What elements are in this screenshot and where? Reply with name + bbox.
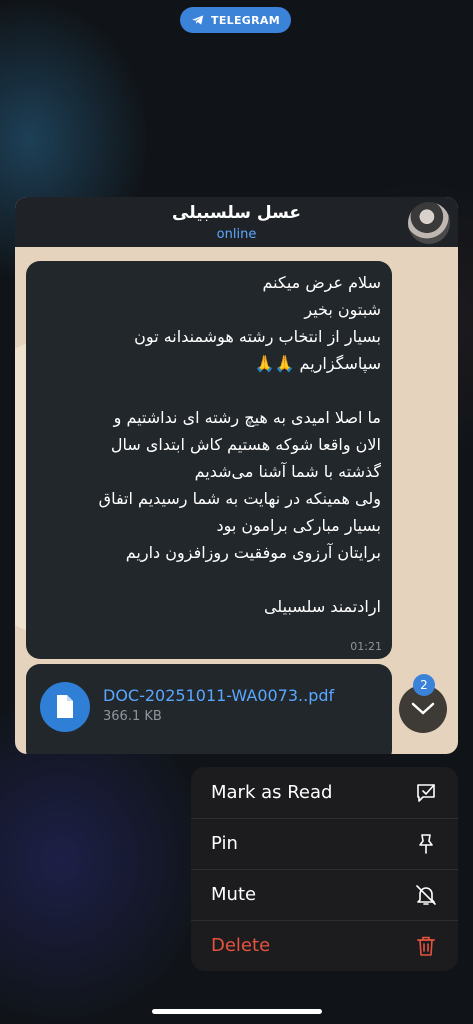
menu-item-label: Pin: [211, 833, 238, 854]
menu-item-mute[interactable]: Mute: [191, 869, 458, 921]
file-message-bubble[interactable]: DOC-20251011-WA0073..pdf 366.1 KB: [26, 664, 392, 754]
bell-off-icon: [416, 885, 436, 905]
chat-header: عسل سلسبیلی online: [15, 197, 458, 247]
menu-item-label: Mark as Read: [211, 782, 333, 803]
menu-item-pin[interactable]: Pin: [191, 818, 458, 870]
app-label-banner: TELEGRAM: [180, 7, 291, 33]
chevron-down-icon: [411, 702, 435, 715]
menu-item-label: Mute: [211, 884, 257, 905]
context-menu: Mark as Read Pin Mute Delete: [191, 767, 458, 971]
avatar: [408, 202, 450, 244]
mark-read-icon: [417, 784, 435, 802]
app-label-text: TELEGRAM: [211, 13, 280, 27]
document-icon[interactable]: [40, 682, 90, 732]
chat-title: عسل سلسبیلی: [172, 203, 301, 223]
menu-item-delete[interactable]: Delete: [191, 920, 458, 971]
trash-icon: [417, 936, 435, 956]
file-name[interactable]: DOC-20251011-WA0073..pdf: [103, 686, 334, 705]
pin-icon: [419, 834, 433, 854]
menu-item-mark-as-read[interactable]: Mark as Read: [191, 767, 458, 819]
message-text: سلام عرض میکنم شبتون بخیر بسیار از انتخا…: [98, 273, 381, 616]
unread-count-badge: 2: [413, 674, 435, 696]
telegram-icon: [192, 15, 204, 25]
chat-status: online: [216, 227, 257, 242]
message-bubble: سلام عرض میکنم شبتون بخیر بسیار از انتخا…: [26, 261, 392, 659]
message-time: 01:21: [350, 640, 382, 653]
menu-item-label: Delete: [211, 935, 271, 956]
chat-preview-card[interactable]: عسل سلسبیلی online سلام عرض میکنم شبتون …: [15, 197, 458, 754]
file-size: 366.1 KB: [103, 709, 162, 724]
home-indicator[interactable]: [152, 1009, 322, 1014]
